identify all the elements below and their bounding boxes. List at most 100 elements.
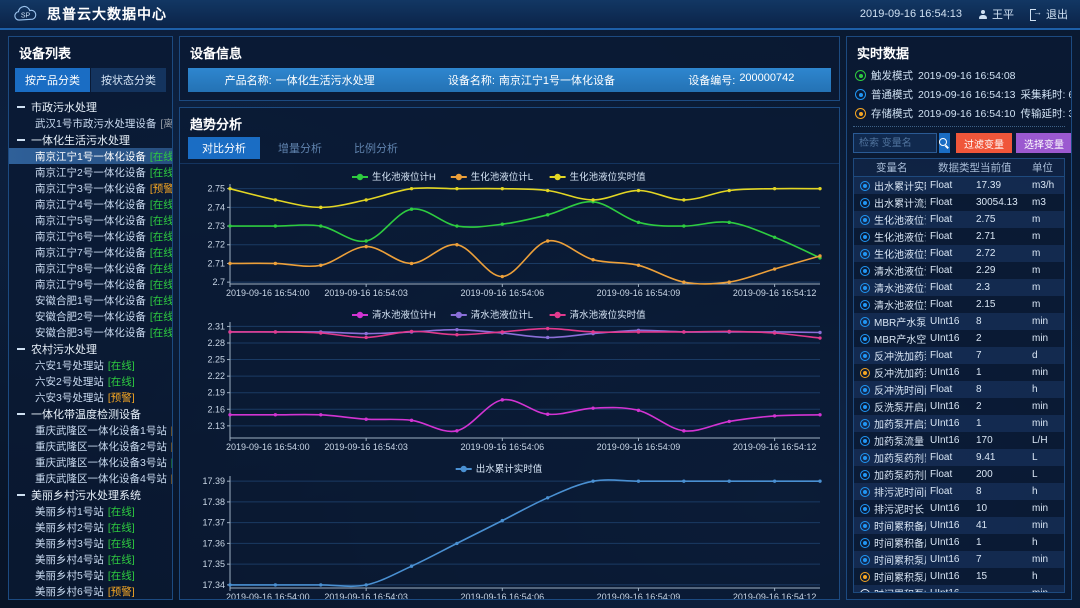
device-name: 安徽合肥3号一体化设备 [35,325,146,340]
y-tick-label: 17.36 [202,538,225,548]
legend-label[interactable]: 生化池液位实时值 [570,171,647,183]
device-item[interactable]: 六安2号处理站[在线] [9,373,172,389]
table-row[interactable]: 加药泵流量UInt16170L/H [854,432,1064,449]
tree-group-row[interactable]: 农村污水处理 [9,340,172,357]
logout-button[interactable]: 退出 [1030,6,1068,22]
table-row[interactable]: 时间累积备用提升泵时UInt161h [854,534,1064,551]
user-name: 王平 [992,6,1014,22]
sidebar-tab[interactable]: 按状态分类 [91,68,166,92]
table-row[interactable]: 清水池液位实时值Float2.15m [854,296,1064,313]
device-item[interactable]: 美丽乡村1号站[在线] [9,503,172,519]
legend-label[interactable]: 清水池液位计H [372,309,436,321]
device-item[interactable]: 南京江宁5号一体化设备[在线] [9,212,172,228]
cell-current-value: 8 [976,486,1028,497]
tree-group-row[interactable]: 市政污水处理 [9,98,172,115]
table-row[interactable]: 反冲洗加药泵时间UInt161min [854,364,1064,381]
cell-data-type: Float [930,299,972,310]
group-label: 市政污水处理 [31,99,97,115]
table-row[interactable]: 反洗泵开启反洗时长UInt162min [854,398,1064,415]
select-variables-button[interactable]: 选择变量 [1016,133,1072,153]
tree-group-row[interactable]: 一体化生活污水处理 [9,131,172,148]
device-item[interactable]: 美丽乡村2号站[在线] [9,519,172,535]
cell-current-value: 1 [976,367,1028,378]
table-row[interactable]: 加药泵药剂限定值Float200L [854,466,1064,483]
device-name: 南京江宁8号一体化设备 [35,261,146,276]
device-item[interactable]: 美丽乡村6号站[预警] [9,583,172,599]
search-button[interactable] [939,133,950,153]
device-item[interactable]: 安徽合肥3号一体化设备[在线] [9,324,172,340]
table-row[interactable]: 生化池液位实时值Float2.72m [854,245,1064,262]
user-menu[interactable]: 王平 [978,6,1014,22]
variable-search-input[interactable] [853,133,937,153]
trend-tab[interactable]: 比例分析 [340,137,412,159]
device-item[interactable]: 南京江宁1号一体化设备[在线] [9,148,172,164]
device-name: 安徽合肥1号一体化设备 [35,293,146,308]
device-item[interactable]: 南京江宁4号一体化设备[在线] [9,196,172,212]
device-item[interactable]: 美丽乡村5号站[在线] [9,567,172,583]
device-name: 美丽乡村1号站 [35,504,104,519]
device-item[interactable]: 重庆武隆区一体化设备4号站[预警] [9,470,172,486]
table-row[interactable]: 排污泥时长UInt1610min [854,500,1064,517]
device-item[interactable]: 南京江宁7号一体化设备[在线] [9,244,172,260]
device-status-badge: [在线] [150,197,172,212]
device-item[interactable]: 武汉1号市政污水处理设备[离线] [9,115,172,131]
legend-label[interactable]: 清水池液位计L [471,309,533,321]
cell-unit: min [1032,333,1058,344]
table-row[interactable]: MBR产水空曝时间分UInt162min [854,330,1064,347]
table-row[interactable]: 时间累积泵前产水电动阀分UInt16-min [854,585,1064,593]
status-time: 2019-09-16 16:54:10 [918,108,1016,120]
cell-current-value: 9.41 [976,452,1028,463]
cell-unit: m3 [1032,197,1058,208]
filter-variables-button[interactable]: 过滤变量 [956,133,1012,153]
table-row[interactable]: 时间累积泵后产水电动阀分UInt167min [854,551,1064,568]
table-row[interactable]: 加药泵药剂累计流量Float9.41L [854,449,1064,466]
table-row[interactable]: 生化池液位计HFloat2.75m [854,211,1064,228]
device-item[interactable]: 六安3号处理站[预警] [9,389,172,405]
trend-tab[interactable]: 增量分析 [264,137,336,159]
table-row[interactable]: 时间累积泵后产水电动阀时UInt1615h [854,568,1064,585]
tree-group-row[interactable]: 美丽乡村污水处理系统 [9,486,172,503]
cell-data-type: UInt16 [930,333,972,344]
device-item[interactable]: 南京江宁9号一体化设备[在线] [9,276,172,292]
legend-label[interactable]: 生化池液位计L [471,171,533,183]
device-item[interactable]: 安徽合肥1号一体化设备[在线] [9,292,172,308]
legend-label[interactable]: 生化池液位计H [372,171,436,183]
cell-current-value: 2.71 [976,231,1028,242]
sidebar-tab[interactable]: 按产品分类 [15,68,90,92]
device-item[interactable]: 南京江宁8号一体化设备[在线] [9,260,172,276]
device-item[interactable]: 美丽乡村4号站[在线] [9,551,172,567]
table-row[interactable]: 加药泵开启运行时间UInt161min [854,415,1064,432]
x-tick-label: 2019-09-16 16:54:06 [461,288,545,298]
device-info-panel: 设备信息 产品名称:一体化生活污水处理设备名称:南京江宁1号一体化设备设备编号:… [179,36,840,101]
table-row[interactable]: 清水池液位计LFloat2.3m [854,279,1064,296]
table-row[interactable]: 生化池液位计LFloat2.71m [854,228,1064,245]
variable-name-text: MBR产水泵产水时间分 [874,314,926,329]
device-item[interactable]: 重庆武隆区一体化设备1号站[预警] [9,422,172,438]
x-tick-label: 2019-09-16 16:54:03 [324,288,408,298]
tree-group-row[interactable]: 一体化带温度检测设备 [9,405,172,422]
cell-unit: h [1032,384,1058,395]
logout-icon [1030,9,1041,19]
table-row[interactable]: 排污泥时间间隔Float8h [854,483,1064,500]
device-item[interactable]: 南京江宁3号一体化设备[预警] [9,180,172,196]
legend-label[interactable]: 出水累计实时值 [476,463,543,475]
cell-variable-name: 加药泵开启运行时间 [860,416,926,431]
table-row[interactable]: 清水池液位计HFloat2.29m [854,262,1064,279]
device-item[interactable]: 安徽合肥2号一体化设备[在线] [9,308,172,324]
device-item[interactable]: 南京江宁6号一体化设备[在线] [9,228,172,244]
table-row[interactable]: 反冲洗加药泵间隔时间Float7d [854,347,1064,364]
trend-tab[interactable]: 对比分析 [188,137,260,159]
device-item[interactable]: 重庆武隆区一体化设备2号站[预警] [9,438,172,454]
table-row[interactable]: 反冲洗时间间隔Float8h [854,381,1064,398]
device-item[interactable]: 重庆武隆区一体化设备3号站[在线] [9,454,172,470]
table-row[interactable]: MBR产水泵产水时间分UInt168min [854,313,1064,330]
device-item[interactable]: 南京江宁2号一体化设备[在线] [9,164,172,180]
table-row[interactable]: 时间累积备用提升泵分UInt1641min [854,517,1064,534]
cell-variable-name: 出水累计流量值 [860,195,926,210]
cell-current-value: 15 [976,571,1028,582]
table-row[interactable]: 出水累计实时值Float17.39m3/h [854,177,1064,194]
device-item[interactable]: 美丽乡村3号站[在线] [9,535,172,551]
legend-label[interactable]: 清水池液位实时值 [570,309,647,321]
device-item[interactable]: 六安1号处理站[在线] [9,357,172,373]
table-row[interactable]: 出水累计流量值Float30054.13m3 [854,194,1064,211]
